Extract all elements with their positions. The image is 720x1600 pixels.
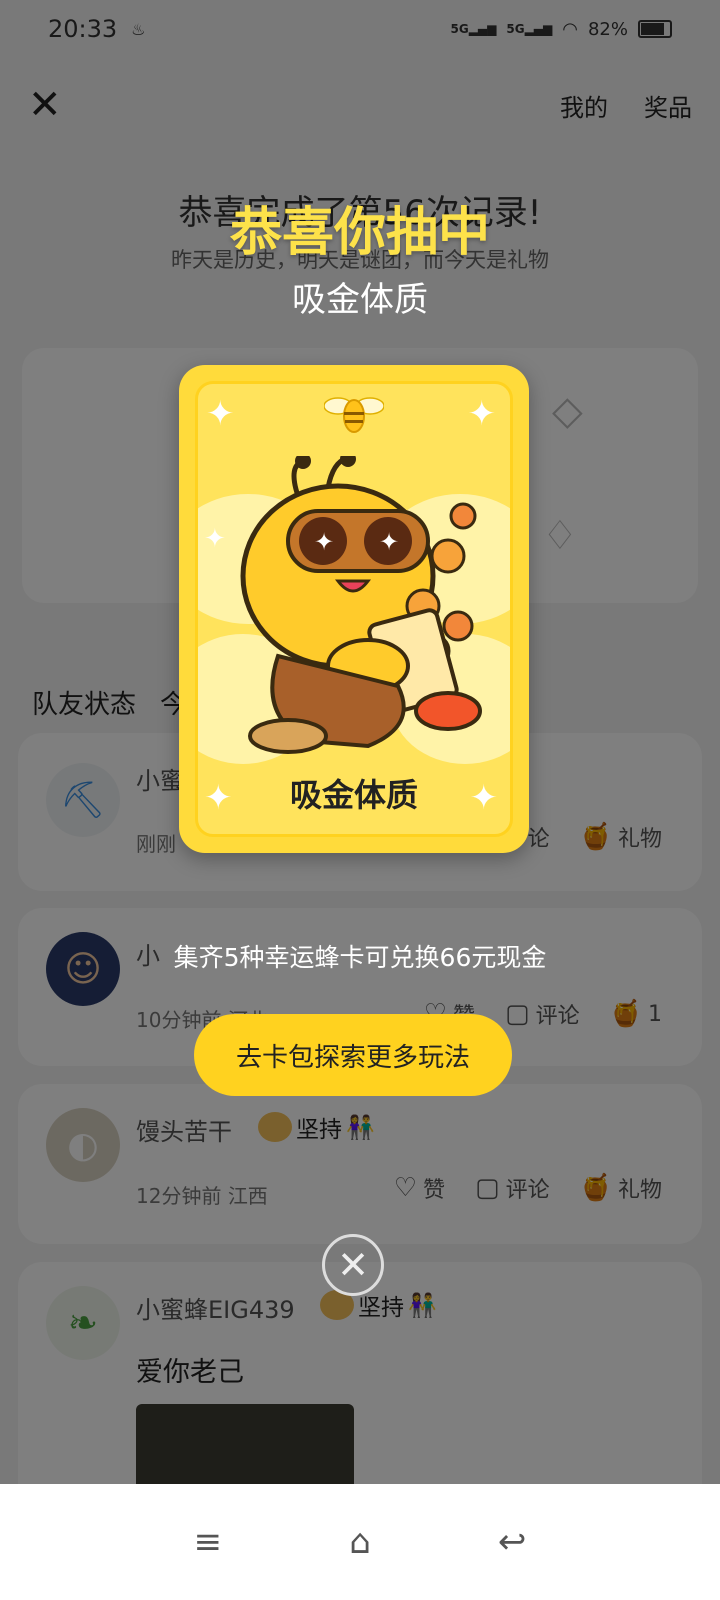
close-popup-button[interactable]: ✕ — [322, 1234, 384, 1296]
sparkle-icon: ✦ — [467, 394, 497, 434]
svg-text:✦: ✦ — [314, 528, 334, 556]
mascot-illustration: ✦ ✦ — [240, 456, 482, 754]
prize-card-inner: ✦ ✦ ✦ ✦ ✦ ✦ ✦ 吸金体质 — [195, 381, 513, 837]
home-icon[interactable]: ⌂ — [349, 1522, 371, 1562]
prize-card-label: 吸金体质 — [289, 776, 418, 814]
menu-icon[interactable]: ≡ — [194, 1522, 223, 1562]
prize-header: 恭喜你抽中 — [229, 203, 490, 263]
collect-hint: 集齐5种幸运蜂卡可兑换66元现金 — [173, 943, 547, 972]
system-nav-bar: ≡ ⌂ ↩ — [0, 1484, 720, 1600]
svg-text:✦: ✦ — [379, 528, 399, 556]
sparkle-icon: ✦ — [206, 394, 235, 434]
close-icon: ✕ — [337, 1243, 369, 1287]
explore-card-pack-button[interactable]: 去卡包探索更多玩法 — [194, 1014, 512, 1096]
bee-logo-icon — [324, 397, 384, 433]
prize-name: 吸金体质 — [292, 280, 428, 320]
prize-card: ✦ ✦ ✦ ✦ ✦ ✦ ✦ 吸金体质 — [179, 365, 529, 853]
back-icon[interactable]: ↩ — [498, 1522, 527, 1562]
